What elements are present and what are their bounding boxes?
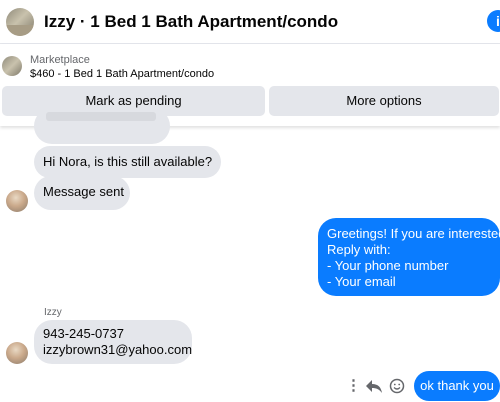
info-icon[interactable]: i [487, 10, 500, 32]
outgoing-message-line: - Your phone number [327, 258, 449, 273]
incoming-message: Hi Nora, is this still available? [34, 146, 222, 178]
listing-avatar[interactable] [6, 8, 34, 36]
incoming-message: Message sent [34, 176, 130, 210]
contact-email[interactable]: izzybrown31@yahoo.com [43, 342, 192, 358]
sender-avatar[interactable] [6, 342, 28, 364]
sender-name: Izzy [44, 307, 62, 318]
listing-description[interactable]: $460 - 1 Bed 1 Bath Apartment/condo [30, 68, 214, 80]
contact-phone[interactable]: 943-245-0737 [43, 326, 183, 342]
listing-source-label: Marketplace [30, 54, 90, 66]
outgoing-message: Greetings! If you are interested Reply w… [318, 218, 500, 296]
listing-thumbnail[interactable] [2, 56, 22, 76]
cut-off-text [46, 112, 156, 121]
sender-avatar[interactable] [6, 190, 28, 212]
conversation-title[interactable]: Izzy · 1 Bed 1 Bath Apartment/condo [44, 12, 338, 32]
conversation-header: Izzy · 1 Bed 1 Bath Apartment/condo i [0, 0, 500, 44]
more-vertical-icon[interactable]: ⋮ [346, 376, 361, 396]
outgoing-message-line: Greetings! If you are interested [327, 226, 500, 241]
outgoing-message: ok thank you [414, 371, 500, 401]
partially-hidden-message [34, 108, 170, 144]
emoji-icon[interactable] [389, 376, 405, 396]
reply-icon[interactable] [365, 376, 383, 396]
more-options-button[interactable]: More options [269, 86, 499, 116]
incoming-message: 943-245-0737 izzybrown31@yahoo.com [34, 320, 192, 364]
outgoing-message-line: - Your email [327, 274, 396, 289]
outgoing-message-line: Reply with: [327, 242, 391, 257]
